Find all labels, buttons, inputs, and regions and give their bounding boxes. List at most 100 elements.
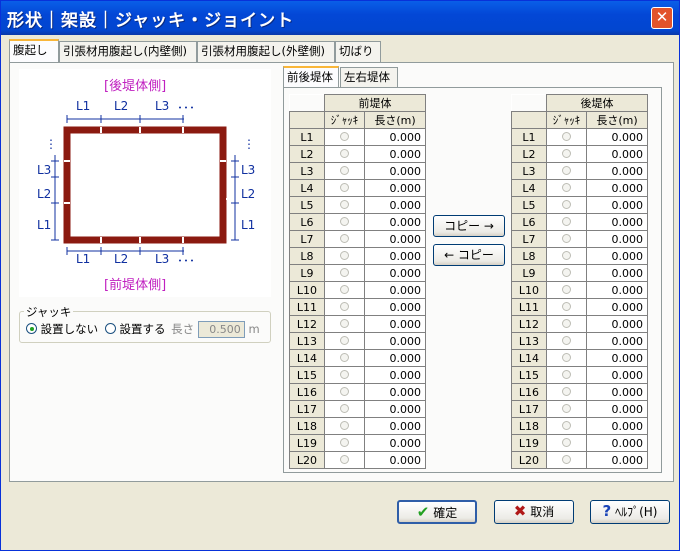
length-cell[interactable]: 0.000 xyxy=(364,451,426,469)
jack-radio-cell[interactable] xyxy=(546,145,587,163)
tab-inner-wall[interactable]: 引張材用腹起し(内壁側) xyxy=(59,41,197,62)
jack-radio-cell[interactable] xyxy=(324,179,365,197)
length-cell[interactable]: 0.000 xyxy=(586,230,648,248)
install-jack-radio[interactable] xyxy=(104,323,116,334)
length-cell[interactable]: 0.000 xyxy=(364,349,426,367)
no-jack-radio[interactable] xyxy=(26,323,37,334)
length-cell[interactable]: 0.000 xyxy=(364,315,426,333)
length-cell[interactable]: 0.000 xyxy=(364,196,426,214)
length-cell[interactable]: 0.000 xyxy=(586,264,648,282)
jack-radio[interactable] xyxy=(562,318,571,328)
length-cell[interactable]: 0.000 xyxy=(586,434,648,452)
length-cell[interactable]: 0.000 xyxy=(364,298,426,316)
jack-radio[interactable] xyxy=(562,369,571,379)
length-cell[interactable]: 0.000 xyxy=(364,383,426,401)
tab-outer-wall[interactable]: 引張材用腹起し(外壁側) xyxy=(197,41,335,62)
jack-radio[interactable] xyxy=(340,250,349,260)
jack-radio-cell[interactable] xyxy=(546,179,587,197)
length-cell[interactable]: 0.000 xyxy=(586,349,648,367)
jack-radio[interactable] xyxy=(340,352,349,362)
jack-radio-cell[interactable] xyxy=(324,298,365,316)
jack-radio[interactable] xyxy=(562,250,571,260)
length-cell[interactable]: 0.000 xyxy=(586,213,648,231)
jack-radio[interactable] xyxy=(340,199,349,209)
jack-radio-cell[interactable] xyxy=(546,332,587,350)
jack-radio-cell[interactable] xyxy=(546,213,587,231)
length-cell[interactable]: 0.000 xyxy=(586,298,648,316)
tab-kiribari[interactable]: 切ばり xyxy=(335,41,381,62)
length-cell[interactable]: 0.000 xyxy=(364,230,426,248)
length-cell[interactable]: 0.000 xyxy=(586,366,648,384)
jack-radio[interactable] xyxy=(340,131,349,141)
length-cell[interactable]: 0.000 xyxy=(586,417,648,435)
jack-radio[interactable] xyxy=(340,335,349,345)
jack-radio-cell[interactable] xyxy=(324,434,365,452)
length-cell[interactable]: 0.000 xyxy=(586,179,648,197)
jack-radio-cell[interactable] xyxy=(546,230,587,248)
jack-radio-cell[interactable] xyxy=(546,298,587,316)
help-button[interactable]: ? ﾍﾙﾌﾟ(H) xyxy=(590,500,670,524)
jack-radio[interactable] xyxy=(340,420,349,430)
jack-radio-cell[interactable] xyxy=(324,213,365,231)
jack-radio-cell[interactable] xyxy=(546,247,587,265)
length-cell[interactable]: 0.000 xyxy=(364,417,426,435)
jack-radio-cell[interactable] xyxy=(324,196,365,214)
jack-radio-cell[interactable] xyxy=(324,264,365,282)
jack-radio-cell[interactable] xyxy=(546,383,587,401)
length-cell[interactable]: 0.000 xyxy=(364,264,426,282)
jack-radio[interactable] xyxy=(562,420,571,430)
length-cell[interactable]: 0.000 xyxy=(364,332,426,350)
jack-radio[interactable] xyxy=(562,216,571,226)
copy-left-button[interactable]: ← コピー xyxy=(433,244,505,266)
jack-radio-cell[interactable] xyxy=(546,128,587,146)
jack-radio-cell[interactable] xyxy=(546,417,587,435)
jack-radio-cell[interactable] xyxy=(546,162,587,180)
jack-radio[interactable] xyxy=(562,131,571,141)
jack-radio[interactable] xyxy=(562,301,571,311)
jack-radio[interactable] xyxy=(340,369,349,379)
length-cell[interactable]: 0.000 xyxy=(586,145,648,163)
jack-radio-cell[interactable] xyxy=(324,366,365,384)
length-cell[interactable]: 0.000 xyxy=(586,315,648,333)
length-cell[interactable]: 0.000 xyxy=(586,281,648,299)
jack-radio-cell[interactable] xyxy=(546,315,587,333)
length-cell[interactable]: 0.000 xyxy=(586,383,648,401)
jack-radio[interactable] xyxy=(340,284,349,294)
jack-radio[interactable] xyxy=(562,182,571,192)
jack-radio-cell[interactable] xyxy=(324,332,365,350)
jack-radio-cell[interactable] xyxy=(324,145,365,163)
jack-radio[interactable] xyxy=(562,233,571,243)
jack-radio[interactable] xyxy=(340,182,349,192)
length-cell[interactable]: 0.000 xyxy=(586,128,648,146)
close-button[interactable]: ✕ xyxy=(651,7,673,29)
length-cell[interactable]: 0.000 xyxy=(364,366,426,384)
jack-radio[interactable] xyxy=(562,386,571,396)
jack-radio[interactable] xyxy=(562,454,571,464)
jack-radio-cell[interactable] xyxy=(324,162,365,180)
length-cell[interactable]: 0.000 xyxy=(364,281,426,299)
subtab-front-back[interactable]: 前後堤体 xyxy=(283,66,339,88)
jack-radio-cell[interactable] xyxy=(324,247,365,265)
length-cell[interactable]: 0.000 xyxy=(364,213,426,231)
length-cell[interactable]: 0.000 xyxy=(364,145,426,163)
jack-radio-cell[interactable] xyxy=(324,400,365,418)
jack-radio[interactable] xyxy=(562,267,571,277)
jack-radio-cell[interactable] xyxy=(324,230,365,248)
jack-radio-cell[interactable] xyxy=(324,349,365,367)
jack-radio-cell[interactable] xyxy=(324,281,365,299)
jack-radio[interactable] xyxy=(340,403,349,413)
subtab-left-right[interactable]: 左右堤体 xyxy=(340,67,398,87)
length-cell[interactable]: 0.000 xyxy=(586,162,648,180)
length-cell[interactable]: 0.000 xyxy=(364,179,426,197)
tab-haraokoshi[interactable]: 腹起し xyxy=(9,39,59,63)
jack-radio-cell[interactable] xyxy=(546,400,587,418)
jack-radio[interactable] xyxy=(340,301,349,311)
jack-radio[interactable] xyxy=(340,437,349,447)
length-cell[interactable]: 0.000 xyxy=(364,434,426,452)
jack-radio-cell[interactable] xyxy=(546,196,587,214)
jack-radio[interactable] xyxy=(562,335,571,345)
jack-radio-cell[interactable] xyxy=(546,281,587,299)
length-cell[interactable]: 0.000 xyxy=(364,162,426,180)
jack-radio-cell[interactable] xyxy=(546,434,587,452)
length-cell[interactable]: 0.000 xyxy=(586,332,648,350)
